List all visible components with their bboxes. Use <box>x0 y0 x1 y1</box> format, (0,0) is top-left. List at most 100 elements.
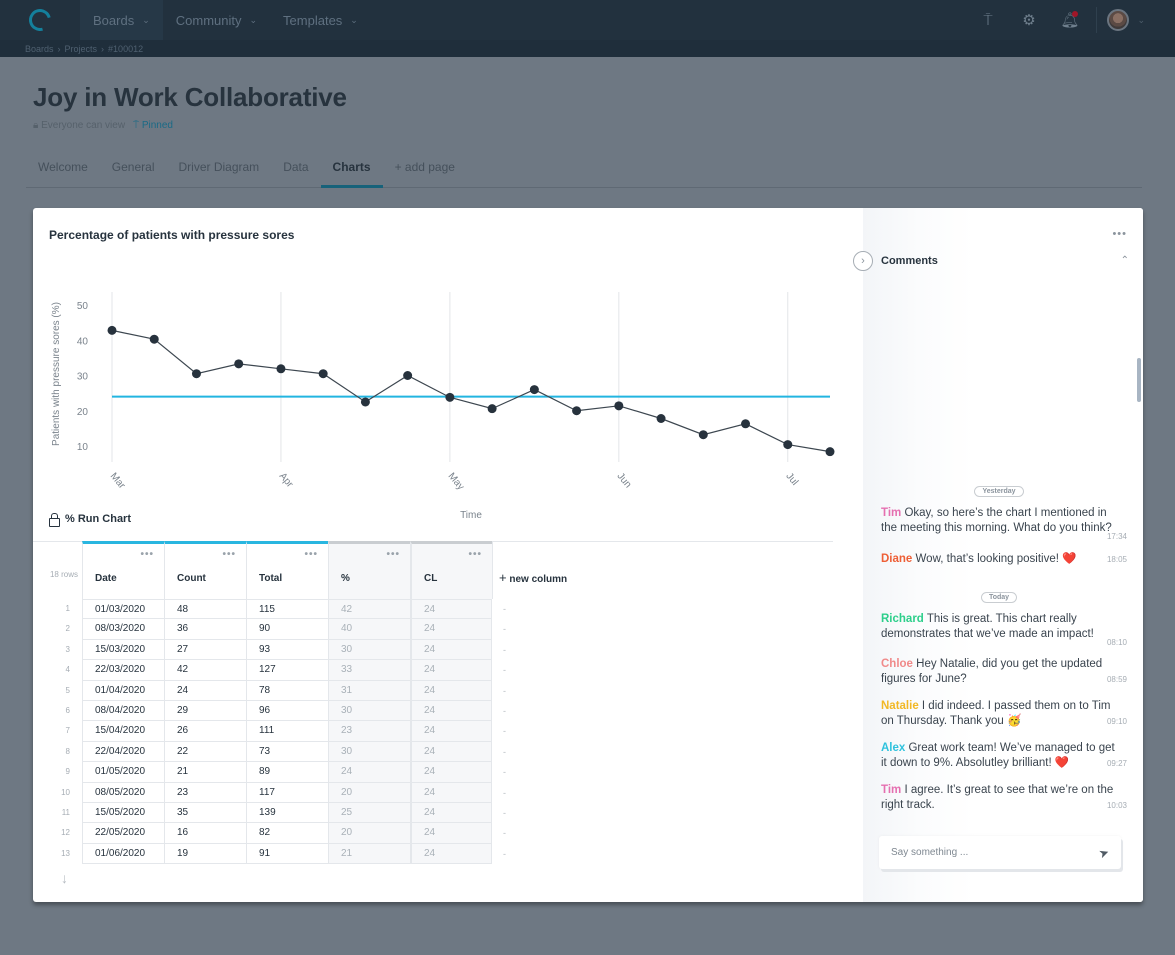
comment-input[interactable] <box>891 847 1099 858</box>
tab-charts[interactable]: Charts <box>320 150 383 188</box>
data-point <box>656 414 666 424</box>
more-icon[interactable]: ••• <box>386 549 400 560</box>
more-icon[interactable]: ••• <box>304 549 318 560</box>
column-header-total[interactable]: Total ••• <box>246 541 328 599</box>
cell-date[interactable]: 22/04/2020 <box>82 741 164 763</box>
column-header-count[interactable]: Count ••• <box>164 541 246 599</box>
avatar[interactable] <box>1107 9 1130 31</box>
send-icon[interactable]: ➤ <box>1097 844 1111 861</box>
new-column-button[interactable]: + new column <box>492 541 567 599</box>
scrollbar[interactable] <box>1137 358 1141 402</box>
gear-icon[interactable]: ⚙ <box>1008 0 1049 40</box>
comment-author[interactable]: Alex <box>881 742 905 754</box>
cell-count[interactable]: 27 <box>164 639 246 661</box>
cell-total[interactable]: 93 <box>246 639 328 661</box>
comment-author[interactable]: Tim <box>881 507 901 519</box>
nav-templates[interactable]: Templates ⌄ <box>270 0 371 40</box>
cell-date[interactable]: 01/06/2020 <box>82 843 164 865</box>
cell-count[interactable]: 36 <box>164 619 246 640</box>
nav-boards[interactable]: Boards ⌄ <box>80 0 163 40</box>
cell-total[interactable]: 73 <box>246 741 328 763</box>
cell-total[interactable]: 127 <box>246 660 328 681</box>
column-header-percent[interactable]: % ••• <box>328 541 410 599</box>
cell-date[interactable]: 22/05/2020 <box>82 823 164 844</box>
more-icon[interactable]: ••• <box>1112 228 1127 240</box>
add-page-button[interactable]: + add page <box>383 150 467 188</box>
pin-icon[interactable]: ⍑ <box>967 0 1008 40</box>
cell-total[interactable]: 115 <box>246 599 328 620</box>
cell-total[interactable]: 90 <box>246 619 328 640</box>
bell-icon[interactable]: 🔔︎ <box>1049 0 1090 40</box>
comment-message: Alex Great work team! We’ve managed to g… <box>881 741 1127 771</box>
column-header-date[interactable]: Date ••• <box>82 541 164 599</box>
breadcrumb-boards[interactable]: Boards <box>25 44 54 54</box>
cell-count[interactable]: 21 <box>164 762 246 783</box>
chevron-up-icon[interactable]: ⌃ <box>1121 255 1129 266</box>
cell-count[interactable]: 35 <box>164 802 246 824</box>
chevron-down-icon[interactable]: ⌄ <box>1137 15 1145 26</box>
cell-date[interactable]: 15/04/2020 <box>82 721 164 742</box>
logo[interactable] <box>0 0 80 40</box>
more-icon[interactable]: ••• <box>140 549 154 560</box>
cell-count[interactable]: 48 <box>164 599 246 620</box>
cell-total[interactable]: 82 <box>246 823 328 844</box>
tab-data[interactable]: Data <box>271 150 320 188</box>
more-icon[interactable]: ••• <box>468 549 482 560</box>
comment-author[interactable]: Diane <box>881 553 912 565</box>
cell-total[interactable]: 111 <box>246 721 328 742</box>
cell-total[interactable]: 117 <box>246 782 328 803</box>
column-header-cl[interactable]: CL ••• <box>410 541 492 599</box>
arrow-down-icon[interactable]: ↓ <box>61 870 68 886</box>
cell-count[interactable]: 26 <box>164 721 246 742</box>
comment-author[interactable]: Tim <box>881 784 901 796</box>
empty-cell: - <box>503 665 506 676</box>
comment-author[interactable]: Natalie <box>881 700 919 712</box>
comment-author[interactable]: Richard <box>881 613 924 625</box>
nav-community[interactable]: Community ⌄ <box>163 0 270 40</box>
cell-date[interactable]: 08/03/2020 <box>82 619 164 640</box>
cell-date[interactable]: 08/05/2020 <box>82 782 164 803</box>
cell-count[interactable]: 23 <box>164 782 246 803</box>
cell-total[interactable]: 91 <box>246 843 328 865</box>
empty-cell: - <box>503 604 506 614</box>
visibility[interactable]: 🔒︎ Everyone can view <box>33 120 125 131</box>
table-row: 11 15/05/2020 35 139 25 24- <box>33 802 506 824</box>
cell-total[interactable]: 89 <box>246 762 328 783</box>
row-number: 2 <box>65 624 70 634</box>
pinned-badge[interactable]: ⍑ Pinned <box>133 120 173 131</box>
cell-date[interactable]: 22/03/2020 <box>82 660 164 681</box>
cell-date[interactable]: 15/03/2020 <box>82 639 164 661</box>
tab-driver-diagram[interactable]: Driver Diagram <box>167 150 272 188</box>
comment-author[interactable]: Chloe <box>881 658 913 670</box>
cell-count[interactable]: 24 <box>164 680 246 701</box>
empty-cell: - <box>503 807 506 818</box>
cell-total[interactable]: 96 <box>246 700 328 722</box>
cell-total[interactable]: 139 <box>246 802 328 824</box>
pin-icon: ⍑ <box>133 120 140 131</box>
comment-message: Richard This is great. This chart really… <box>881 612 1127 647</box>
cell-date[interactable]: 15/05/2020 <box>82 802 164 824</box>
series-line <box>111 329 831 453</box>
cell-date[interactable]: 01/03/2020 <box>82 599 164 620</box>
cell-count[interactable]: 16 <box>164 823 246 844</box>
tab-general[interactable]: General <box>100 150 167 188</box>
cell-date[interactable]: 01/05/2020 <box>82 762 164 783</box>
breadcrumb-current[interactable]: #100012 <box>108 44 143 54</box>
comment-text: Wow, that’s looking positive! ❤️ <box>912 553 1077 565</box>
cell-count[interactable]: 22 <box>164 741 246 763</box>
tab-welcome[interactable]: Welcome <box>26 150 100 188</box>
table-row: 6 08/04/2020 29 96 30 24- <box>33 700 506 722</box>
breadcrumb-projects[interactable]: Projects <box>65 44 98 54</box>
comment-time: 17:34 <box>1106 532 1127 541</box>
comment-composer: ➤ <box>879 836 1121 869</box>
collapse-panel-button[interactable]: › <box>853 251 873 271</box>
cell-cl: 24 <box>410 619 492 640</box>
comment-message: Tim I agree. It’s great to see that we’r… <box>881 783 1127 813</box>
cell-date[interactable]: 01/04/2020 <box>82 680 164 701</box>
cell-date[interactable]: 08/04/2020 <box>82 700 164 722</box>
cell-count[interactable]: 42 <box>164 660 246 681</box>
cell-total[interactable]: 78 <box>246 680 328 701</box>
more-icon[interactable]: ••• <box>222 549 236 560</box>
cell-count[interactable]: 19 <box>164 843 246 865</box>
cell-count[interactable]: 29 <box>164 700 246 722</box>
